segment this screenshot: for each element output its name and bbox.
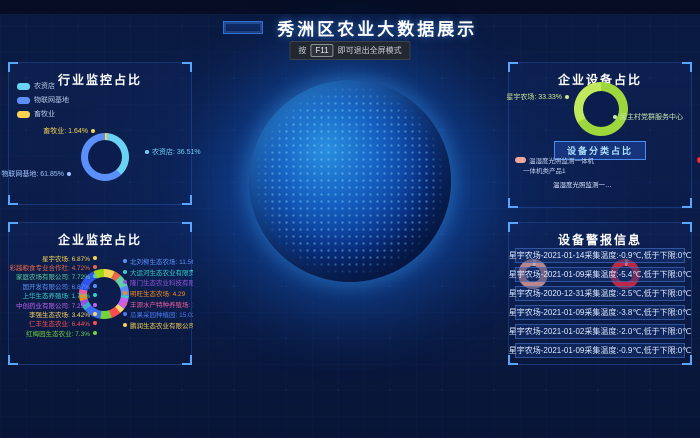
enterprise-labels-right: 北刘柳生态农场: 11.56% 大运河生态农业有限责任公 隆门生态农业科技有限公… (123, 256, 193, 330)
panel-enterprise-devices: 企业设备占比 星宇农场: 33.33% 民主村党群服务中心 设备分类占比 温湿度… (508, 62, 692, 208)
industry-donut-chart[interactable] (81, 133, 129, 181)
alarm-row: 星宇农场-2021-01-09采集温度:-0.9℃,低于下限:0℃ (515, 343, 685, 358)
brand-logo (223, 21, 263, 34)
panel-title: 企业监控占比 (9, 223, 191, 248)
alarm-row: 星宇农场-2021-01-09采集温度:-5.4℃,低于下限:0℃ (515, 267, 685, 282)
chart-callout: 一体机类产品1 (523, 165, 566, 175)
alarm-list: 星宇农场-2021-01-14采集温度:-0.9℃,低于下限:0℃ 星宇农场-2… (515, 248, 685, 362)
top-strip (0, 0, 700, 14)
callout-dot (613, 115, 617, 119)
alarm-row: 星宇农场-2021-01-14采集温度:-0.9℃,低于下限:0℃ (515, 248, 685, 263)
callout-dot (93, 293, 97, 297)
hint-suffix: 即可退出全屏模式 (338, 45, 402, 56)
chart-callout: 隆门生态农业科技有限公 (123, 277, 193, 288)
chart-callout: 中创药业有限公司: 7.29% (11, 300, 97, 309)
callout-dot (123, 302, 127, 306)
callout-dot (93, 321, 97, 325)
hint-prefix: 按 (298, 45, 306, 56)
chart-callout: 红梅园生态农业: 7.3% (11, 328, 97, 337)
chart-callout: 鹏润生态农业有限公司: 6.87 (123, 320, 193, 331)
callout-dot (93, 312, 97, 316)
legend-item[interactable]: 畜牧业 (17, 109, 69, 119)
callout-dot (123, 323, 127, 327)
legend-item[interactable]: 温湿度光照监测一体机 (515, 155, 594, 165)
callout-dot (123, 291, 127, 295)
chart-callout: 国开发有限公司: 6.87% (11, 281, 97, 290)
legend-item[interactable]: 农资店 (17, 81, 69, 91)
legend-swatch (17, 83, 30, 90)
callout-dot (145, 150, 149, 154)
alarm-row: 星宇农场-2021-01-02采集温度:-2.0℃,低于下限:0℃ (515, 324, 685, 339)
chart-callout: 上华生态养殖场: 1.72% (11, 291, 97, 300)
legend-item[interactable]: 物联网基地 (17, 95, 69, 105)
callout-dot (91, 129, 95, 133)
f11-keycap: F11 (310, 44, 333, 57)
device-donut-chart[interactable] (574, 82, 628, 136)
chart-callout: 家庭农场有限公司: 7.72% (11, 272, 97, 281)
chart-callout: 农资店: 36.51% (145, 147, 201, 157)
chart-callout: 丰源水产特种养殖场: 1. (123, 298, 193, 309)
globe-dot-map (255, 86, 445, 276)
chart-callout: 彩越粮食专业合作社: 4.72% (11, 262, 97, 271)
panel-title: 设备警报信息 (509, 223, 691, 248)
chart-callout: 物联网基地: 61.85% (1, 169, 71, 179)
callout-dot (123, 280, 127, 284)
globe-visualization (249, 80, 451, 282)
callout-dot (93, 256, 97, 260)
legend-swatch (515, 157, 526, 163)
callout-dot (67, 172, 71, 176)
callout-dot (123, 259, 127, 263)
chart-callout: 明旺生态农场: 4.29 (123, 288, 193, 299)
dashboard: 秀洲区农业大数据展示 按 F11 即可退出全屏模式 行业监控占比 农资店 物联网… (0, 0, 700, 438)
callout-dot (93, 265, 97, 269)
panel-enterprise-monitor: 企业监控占比 星宇农场: 6.87% 彩越粮食专业合作社: 4.72% 家庭农场… (8, 222, 192, 365)
panel-device-alarms: 设备警报信息 星宇农场-2021-01-14采集温度:-0.9℃,低于下限:0℃… (508, 222, 692, 365)
header: 秀洲区农业大数据展示 (0, 15, 700, 40)
chart-callout: 畜牧业: 1.64% (43, 126, 95, 136)
callout-dot (123, 270, 127, 274)
chart-callout: 仁丰生态农业: 6.44% (11, 319, 97, 328)
enterprise-labels-left: 星宇农场: 6.87% 彩越粮食专业合作社: 4.72% 家庭农场有限公司: 7… (11, 253, 97, 338)
chart-callout: 大运河生态农业有限责任公 (123, 267, 193, 278)
callout-dot (93, 284, 97, 288)
alarm-row: 星宇农场-2020-12-31采集温度:-2.5℃,低于下限:0℃ (515, 286, 685, 301)
category-chart-right: 温湿度光照监测一体机 一体机类产品1 温湿度光照监测一… (601, 153, 700, 205)
chart-callout: 李强生态农场: 3.42% (11, 309, 97, 318)
chart-callout: 北刘柳生态农场: 11.56% (123, 256, 193, 267)
callout-dot (93, 331, 97, 335)
panel-industry-monitor: 行业监控占比 农资店 物联网基地 畜牧业 畜牧业: 1.64% 农资店: 36.… (8, 62, 192, 205)
chart-callout: 星宇农场: 33.33% (511, 92, 569, 102)
chart-callout: 星宇农场: 6.87% (11, 253, 97, 262)
chart-callout: 瓜果采园种植园: 15.02% (123, 309, 193, 320)
callout-dot (93, 274, 97, 278)
legend-swatch (17, 97, 30, 104)
alarm-row: 星宇农场-2021-01-09采集温度:-3.8℃,低于下限:0℃ (515, 305, 685, 320)
callout-dot (93, 303, 97, 307)
chart-callout: 民主村党群服务中心 (613, 112, 683, 122)
legend-swatch (17, 111, 30, 118)
page-title: 秀洲区农业大数据展示 (277, 15, 477, 40)
fullscreen-hint: 按 F11 即可退出全屏模式 (289, 41, 410, 60)
callout-dot (565, 95, 569, 99)
callout-dot (123, 312, 127, 316)
industry-legend: 农资店 物联网基地 畜牧业 (17, 81, 69, 123)
